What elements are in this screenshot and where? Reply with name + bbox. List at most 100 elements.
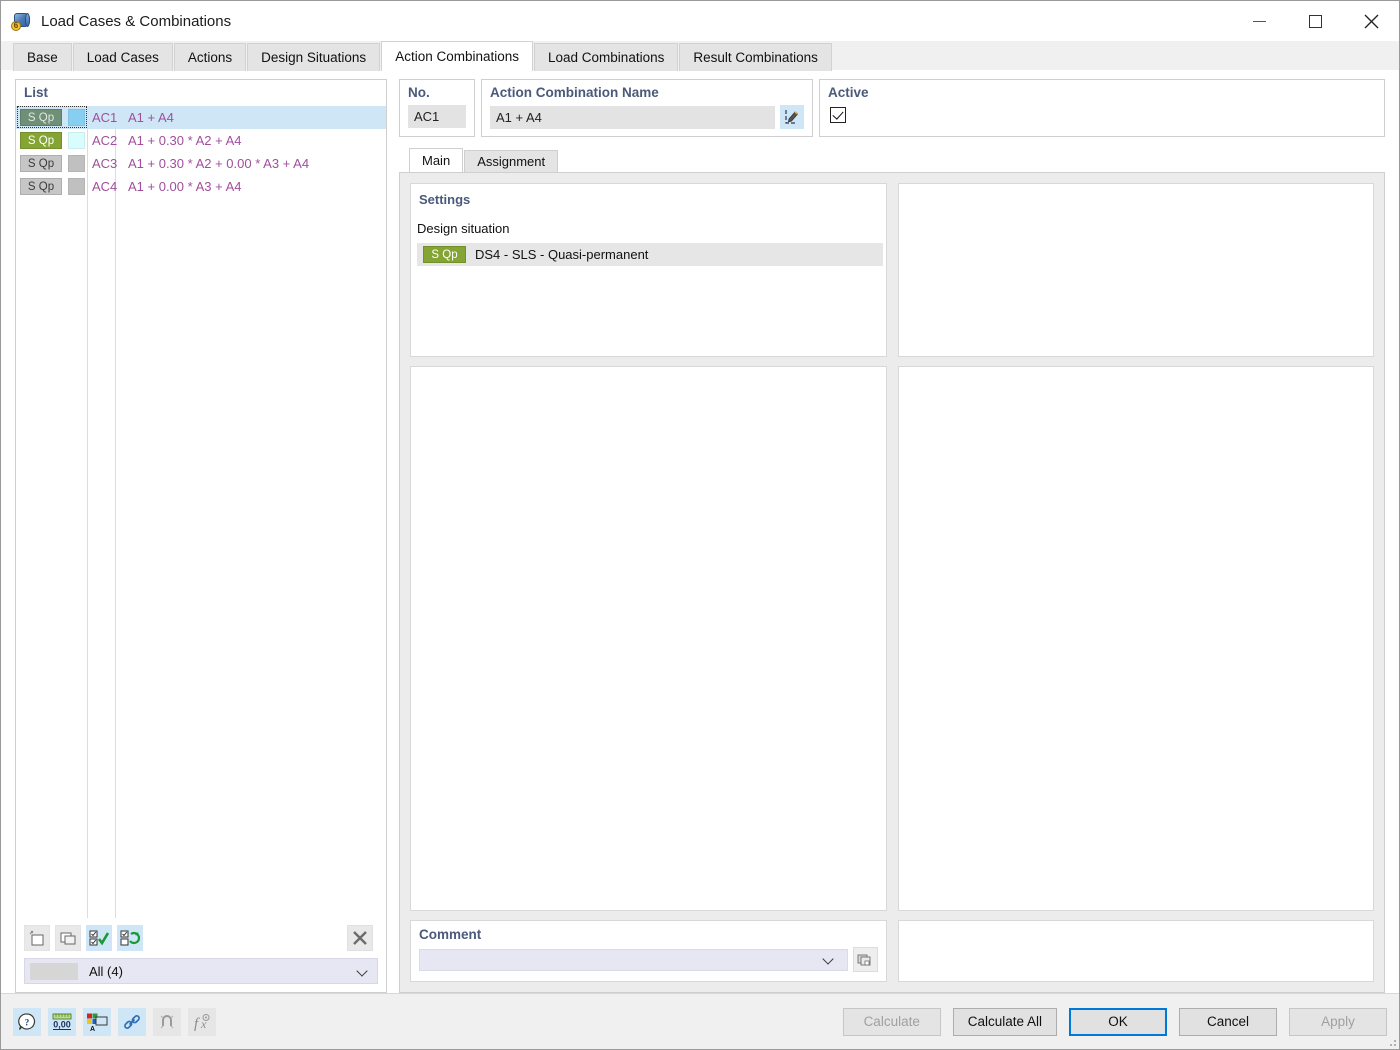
tab-base[interactable]: Base xyxy=(13,43,72,71)
close-icon[interactable] xyxy=(1343,1,1399,41)
filter-label: All (4) xyxy=(89,963,123,979)
list-panel: List S Qp AC1 A1 + A4 S Qp AC2 A1 + 0.30… xyxy=(15,79,387,993)
help-icon[interactable]: ? xyxy=(13,1007,41,1036)
main-tab-pane: Settings Design situation S Qp DS4 - SLS… xyxy=(399,172,1385,993)
footer-icon-bar: ? 0,00 A f x xyxy=(13,1007,216,1036)
tab-action-combinations[interactable]: Action Combinations xyxy=(381,41,534,71)
column-separator xyxy=(115,106,116,918)
list-filter-dropdown[interactable]: All (4) xyxy=(24,958,378,984)
focus-indicator xyxy=(17,106,87,128)
active-checkbox[interactable] xyxy=(830,107,846,123)
svg-text:A: A xyxy=(90,1026,95,1032)
color-swatch xyxy=(68,155,85,172)
select-all-icon[interactable] xyxy=(86,925,112,951)
copy-item-icon[interactable] xyxy=(55,925,81,951)
color-swatch xyxy=(68,132,85,149)
list-toolbar xyxy=(16,918,386,958)
design-situation-badge: S Qp xyxy=(20,155,62,172)
window-controls xyxy=(1231,1,1399,41)
action-combinations-list[interactable]: S Qp AC1 A1 + A4 S Qp AC2 A1 + 0.30 * A2… xyxy=(16,106,386,918)
svg-text:f: f xyxy=(194,1016,200,1032)
svg-text:0,00: 0,00 xyxy=(53,1019,71,1029)
tab-result-combinations[interactable]: Result Combinations xyxy=(679,43,832,71)
design-situation-badge: S Qp xyxy=(423,246,466,263)
minimize-button[interactable] xyxy=(1231,1,1287,41)
column-separator xyxy=(87,106,88,918)
load-cases-icon: 6 xyxy=(11,10,33,32)
cancel-button[interactable]: Cancel xyxy=(1179,1007,1277,1036)
number-field[interactable]: AC1 xyxy=(408,105,466,128)
display-properties-icon[interactable]: A xyxy=(83,1007,111,1036)
list-item-expression: A1 + A4 xyxy=(128,110,174,125)
apply-button[interactable]: Apply xyxy=(1289,1007,1387,1036)
units-icon[interactable]: 0,00 xyxy=(48,1007,76,1036)
list-item-number: AC3 xyxy=(92,156,118,171)
window-title: Load Cases & Combinations xyxy=(41,12,232,30)
list-item-number: AC4 xyxy=(92,179,118,194)
tab-load-combinations[interactable]: Load Combinations xyxy=(534,43,679,71)
empty-panel-middle-left xyxy=(410,366,887,911)
tab-main[interactable]: Main xyxy=(409,148,464,172)
dialog-body: List S Qp AC1 A1 + A4 S Qp AC2 A1 + 0.30… xyxy=(1,71,1399,993)
comment-panel: Comment xyxy=(410,920,887,982)
number-group: No. AC1 xyxy=(399,79,475,137)
list-item[interactable]: S Qp AC4 A1 + 0.00 * A3 + A4 xyxy=(16,175,386,198)
empty-panel-bottom-right xyxy=(897,920,1374,982)
calculate-all-button[interactable]: Calculate All xyxy=(952,1007,1057,1036)
list-item[interactable]: S Qp AC1 A1 + A4 xyxy=(16,106,386,129)
settings-panel: Settings Design situation S Qp DS4 - SLS… xyxy=(410,183,887,357)
edit-pencil-icon[interactable] xyxy=(780,105,804,129)
detail-side: No. AC1 Action Combination Name A1 + A4 xyxy=(399,79,1385,993)
chevron-down-icon[interactable] xyxy=(357,966,368,977)
list-item-number: AC1 xyxy=(92,110,118,125)
number-group-title: No. xyxy=(408,85,430,100)
list-item-expression: A1 + 0.00 * A3 + A4 xyxy=(128,179,242,194)
resize-grip[interactable] xyxy=(1385,1035,1396,1046)
calculate-button[interactable]: Calculate xyxy=(842,1007,941,1036)
link-icon[interactable] xyxy=(118,1007,146,1036)
invert-selection-icon[interactable] xyxy=(117,925,143,951)
detail-header-row: No. AC1 Action Combination Name A1 + A4 xyxy=(399,79,1385,137)
ok-button[interactable]: OK xyxy=(1069,1007,1167,1036)
design-situation-label: Design situation xyxy=(417,221,510,236)
delete-button[interactable] xyxy=(347,925,373,951)
active-group: Active xyxy=(819,79,1385,137)
tab-design-situations[interactable]: Design Situations xyxy=(247,43,381,71)
action-combination-name-field[interactable]: A1 + A4 xyxy=(490,105,775,129)
dialog-footer: ? 0,00 A f x Calculate Calculate All OK … xyxy=(1,993,1399,1049)
design-situation-row[interactable]: S Qp DS4 - SLS - Quasi-permanent xyxy=(417,243,883,266)
list-item-expression: A1 + 0.30 * A2 + A4 xyxy=(128,133,242,148)
chevron-down-icon[interactable] xyxy=(823,954,834,965)
comment-title: Comment xyxy=(419,927,482,942)
design-situation-text: DS4 - SLS - Quasi-permanent xyxy=(475,247,649,262)
maximize-button[interactable] xyxy=(1287,1,1343,41)
formula-icon: f x xyxy=(188,1007,216,1036)
empty-panel-middle-right xyxy=(897,366,1374,911)
comment-input[interactable] xyxy=(419,948,848,971)
load-cases-combinations-dialog: 6 Load Cases & Combinations Base Load Ca… xyxy=(0,0,1400,1050)
name-group: Action Combination Name A1 + A4 xyxy=(481,79,813,137)
main-tab-strip: Base Load Cases Actions Design Situation… xyxy=(1,41,1399,71)
color-swatch xyxy=(68,178,85,195)
name-group-title: Action Combination Name xyxy=(490,85,659,100)
detail-tab-strip: Main Assignment xyxy=(399,148,1385,172)
new-item-icon[interactable] xyxy=(24,925,50,951)
svg-text:?: ? xyxy=(25,1017,30,1027)
list-item[interactable]: S Qp AC2 A1 + 0.30 * A2 + A4 xyxy=(16,129,386,152)
tab-load-cases[interactable]: Load Cases xyxy=(72,43,173,71)
empty-panel-top-right xyxy=(897,183,1374,357)
tab-assignment[interactable]: Assignment xyxy=(464,150,559,172)
filter-color-swatch xyxy=(30,962,78,980)
list-panel-caption: List xyxy=(24,85,49,100)
list-item-expression: A1 + 0.30 * A2 + 0.00 * A3 + A4 xyxy=(128,156,310,171)
title-bar: 6 Load Cases & Combinations xyxy=(1,1,1399,41)
settings-title: Settings xyxy=(419,192,471,207)
list-item-number: AC2 xyxy=(92,133,118,148)
snap-icon xyxy=(153,1007,181,1036)
design-situation-badge: S Qp xyxy=(20,132,62,149)
design-situation-badge: S Qp xyxy=(20,178,62,195)
copy-pages-icon[interactable] xyxy=(852,947,878,972)
list-item[interactable]: S Qp AC3 A1 + 0.30 * A2 + 0.00 * A3 + A4 xyxy=(16,152,386,175)
tab-actions[interactable]: Actions xyxy=(173,43,247,71)
active-group-title: Active xyxy=(828,85,869,100)
